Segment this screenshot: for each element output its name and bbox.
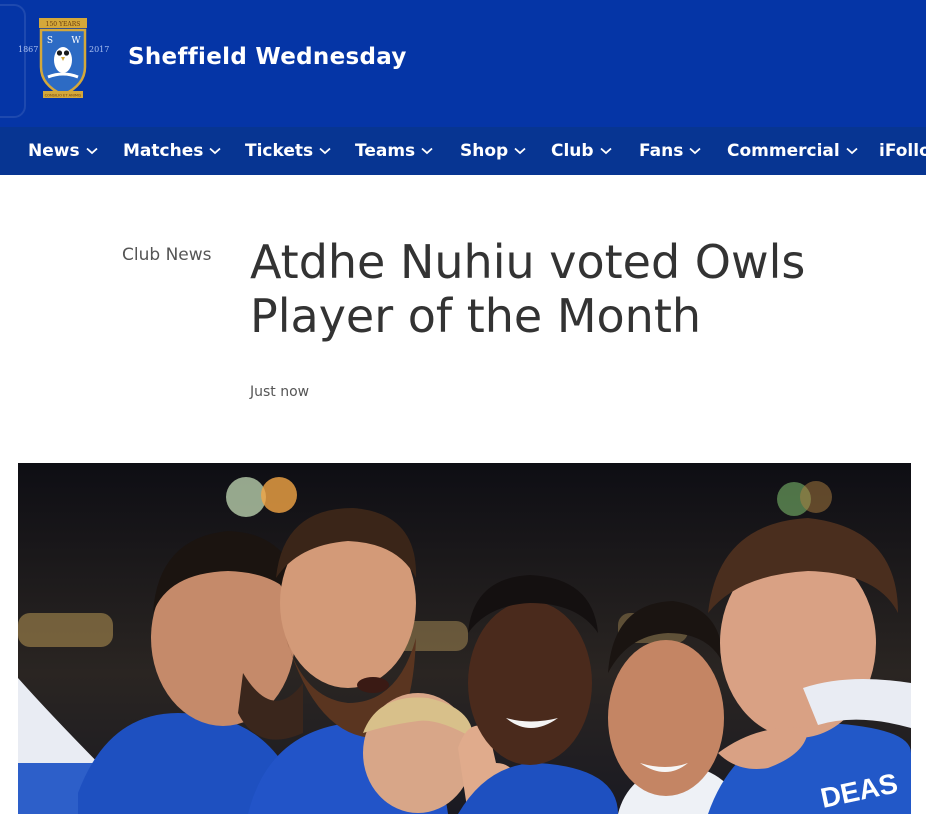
chevron-down-icon — [514, 147, 526, 155]
crest-motto: CONSILIO ET ANIMIS — [45, 94, 82, 98]
nav-item-commercial[interactable]: Commercial — [727, 127, 858, 175]
crest-year-right: 2017 — [89, 45, 110, 54]
watermark-crest — [0, 4, 26, 118]
chevron-down-icon — [421, 147, 433, 155]
nav-item-shop[interactable]: Shop — [460, 127, 526, 175]
nav-item-ifollow[interactable]: iFollo — [879, 127, 926, 175]
celebration-photo: DEAS — [18, 463, 911, 814]
nav-item-label: Commercial — [727, 141, 840, 161]
owl-crest-icon: 150 YEARS S W CONSILIO ET ANIMIS — [39, 18, 87, 98]
crest-letter-s: S — [47, 36, 53, 46]
chevron-down-icon — [599, 147, 612, 155]
nav-item-label: Matches — [123, 141, 204, 161]
nav-item-matches[interactable]: Matches — [123, 127, 221, 175]
nav-item-label: Teams — [355, 141, 416, 161]
article-category[interactable]: Club News — [122, 245, 212, 265]
nav-item-tickets[interactable]: Tickets — [245, 127, 331, 175]
nav-item-label: iFollo — [879, 141, 926, 161]
chevron-down-icon — [319, 147, 331, 155]
nav-item-label: Fans — [639, 141, 684, 161]
article-timestamp: Just now — [250, 384, 310, 400]
article-title: Atdhe Nuhiu voted Owls Player of the Mon… — [250, 235, 870, 343]
chevron-down-icon — [846, 147, 858, 155]
article-title-line-1: Atdhe Nuhiu voted Owls — [250, 235, 806, 289]
nav-item-news[interactable]: News — [28, 127, 98, 175]
nav-item-club[interactable]: Club — [551, 127, 612, 175]
nav-item-teams[interactable]: Teams — [355, 127, 433, 175]
nav-item-label: Tickets — [245, 141, 314, 161]
site-title[interactable]: Sheffield Wednesday — [128, 44, 407, 70]
club-crest-logo[interactable]: 150 YEARS S W CONSILIO ET ANIMIS — [36, 15, 90, 101]
crest-year-left: 1867 — [18, 45, 39, 54]
hero-image: DEAS — [18, 463, 911, 814]
crest-letter-w: W — [71, 36, 81, 46]
chevron-down-icon — [85, 147, 98, 155]
chevron-down-icon — [209, 147, 221, 155]
nav-item-label: Shop — [460, 141, 509, 161]
chevron-down-icon — [689, 147, 701, 155]
article-title-line-2: Player of the Month — [250, 289, 702, 343]
main-nav: News Matches Tickets Teams Shop Club Fan… — [0, 127, 926, 175]
nav-item-label: Club — [551, 141, 594, 161]
crest-banner-text: 150 YEARS — [46, 21, 81, 28]
nav-item-fans[interactable]: Fans — [639, 127, 701, 175]
nav-item-label: News — [28, 141, 80, 161]
site-header: 150 YEARS S W CONSILIO ET ANIMIS 1867 20… — [0, 0, 926, 127]
